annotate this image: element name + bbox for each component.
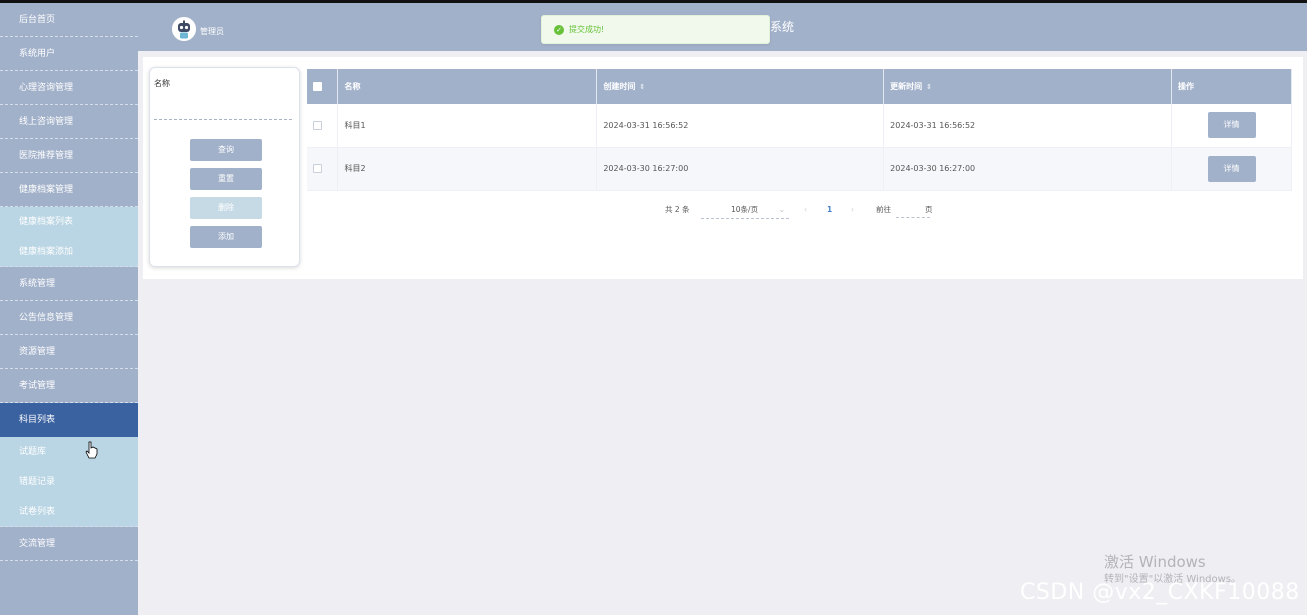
header-name-label: 名称	[344, 82, 361, 91]
sidebar-item-communication[interactable]: 交流管理	[0, 527, 138, 561]
select-all-cell	[307, 69, 339, 104]
prev-page-icon[interactable]: ‹	[804, 202, 807, 218]
cell-updated: 2024-03-30 16:27:00	[883, 147, 1173, 191]
sidebar: 后台首页 系统用户 心理咨询管理 线上咨询管理 医院推荐管理 健康档案管理 健康…	[0, 3, 138, 615]
cell-name: 科目1	[337, 104, 598, 148]
delete-button[interactable]: 删除	[190, 197, 262, 219]
sidebar-subitem-subject-list[interactable]: 科目列表	[0, 403, 138, 437]
success-check-icon: ✓	[554, 25, 564, 35]
table-row: 科目2 2024-03-30 16:27:00 2024-03-30 16:27…	[307, 147, 1292, 191]
sidebar-item-home[interactable]: 后台首页	[0, 3, 138, 37]
detail-button[interactable]: 详情	[1207, 112, 1256, 139]
goto-label: 前往	[876, 205, 891, 214]
page-size-value: 10条/页	[731, 205, 759, 214]
cell-name: 科目2	[337, 147, 598, 191]
success-toast: ✓ 提交成功!	[541, 15, 770, 44]
row-checkbox[interactable]	[313, 120, 322, 130]
sidebar-item-health-records[interactable]: 健康档案管理	[0, 173, 138, 207]
reset-button[interactable]: 重置	[190, 168, 262, 190]
robot-avatar-icon	[172, 17, 196, 41]
header-actions-label: 操作	[1178, 82, 1195, 91]
row-checkbox-cell	[307, 147, 339, 191]
row-checkbox-cell	[307, 104, 339, 148]
header-created[interactable]: 创建时间 ⇕	[596, 69, 885, 104]
search-panel: 名称 查询 重置 删除 添加	[149, 67, 300, 267]
sidebar-subitem-health-records-add[interactable]: 健康档案添加	[0, 237, 138, 267]
sidebar-item-hospital[interactable]: 医院推荐管理	[0, 139, 138, 173]
admin-label: 管理员	[200, 27, 224, 36]
add-button[interactable]: 添加	[190, 226, 262, 248]
select-all-checkbox[interactable]	[313, 82, 322, 91]
name-search-input[interactable]	[154, 106, 292, 120]
sort-icon[interactable]: ⇕	[926, 83, 932, 91]
page-size-select[interactable]: 10条/页 ⌄	[701, 202, 789, 219]
toast-message: 提交成功!	[569, 25, 605, 34]
cell-updated: 2024-03-31 16:56:52	[883, 104, 1173, 148]
header-created-label: 创建时间	[603, 82, 636, 91]
query-button[interactable]: 查询	[190, 139, 262, 161]
current-page[interactable]: 1	[827, 202, 832, 218]
system-title: 系统	[770, 20, 795, 34]
sidebar-item-online-consult[interactable]: 线上咨询管理	[0, 105, 138, 139]
next-page-icon[interactable]: ›	[851, 202, 854, 218]
page-unit-label: 页	[925, 205, 933, 214]
hand-cursor-icon	[85, 441, 98, 459]
sidebar-subitem-question-bank[interactable]: 试题库	[0, 437, 138, 467]
sort-icon[interactable]: ⇕	[639, 83, 645, 91]
chevron-down-icon: ⌄	[778, 205, 785, 214]
cell-actions: 详情	[1171, 104, 1292, 148]
csdn-watermark: CSDN @vx2_CXKF10088	[1020, 580, 1300, 605]
cell-created: 2024-03-31 16:56:52	[596, 104, 885, 148]
header-updated[interactable]: 更新时间 ⇕	[883, 69, 1173, 104]
table-row: 科目1 2024-03-31 16:56:52 2024-03-31 16:56…	[307, 104, 1292, 148]
sidebar-subitem-wrong-answers[interactable]: 错题记录	[0, 467, 138, 497]
row-checkbox[interactable]	[313, 164, 322, 173]
sidebar-item-system[interactable]: 系统管理	[0, 267, 138, 301]
subject-table: 名称 创建时间 ⇕ 更新时间 ⇕ 操作 科目1 2024-03-31 16:56:5…	[307, 69, 1292, 191]
table-header-row: 名称 创建时间 ⇕ 更新时间 ⇕ 操作	[307, 69, 1292, 104]
cell-created: 2024-03-30 16:27:00	[596, 147, 885, 191]
header-name: 名称	[337, 69, 598, 104]
detail-button[interactable]: 详情	[1207, 155, 1256, 182]
sidebar-subitem-paper-list[interactable]: 试卷列表	[0, 497, 138, 527]
sidebar-item-counseling[interactable]: 心理咨询管理	[0, 71, 138, 105]
main-content: 名称 查询 重置 删除 添加 名称 创建时间 ⇕ 更新时间 ⇕ 操作 科目1 202…	[143, 57, 1303, 279]
sidebar-item-system-users[interactable]: 系统用户	[0, 37, 138, 71]
windows-activation-title: 激活 Windows	[1104, 553, 1206, 571]
sidebar-item-exams[interactable]: 考试管理	[0, 369, 138, 403]
header-actions: 操作	[1171, 69, 1292, 104]
sidebar-subitem-health-records-list[interactable]: 健康档案列表	[0, 207, 138, 237]
pagination-total: 共 2 条	[665, 205, 690, 214]
name-field-label: 名称	[154, 79, 170, 88]
sidebar-item-resources[interactable]: 资源管理	[0, 335, 138, 369]
cell-actions: 详情	[1171, 147, 1292, 191]
sidebar-item-announcements[interactable]: 公告信息管理	[0, 301, 138, 335]
header-updated-label: 更新时间	[890, 82, 923, 91]
avatar[interactable]	[172, 17, 196, 41]
